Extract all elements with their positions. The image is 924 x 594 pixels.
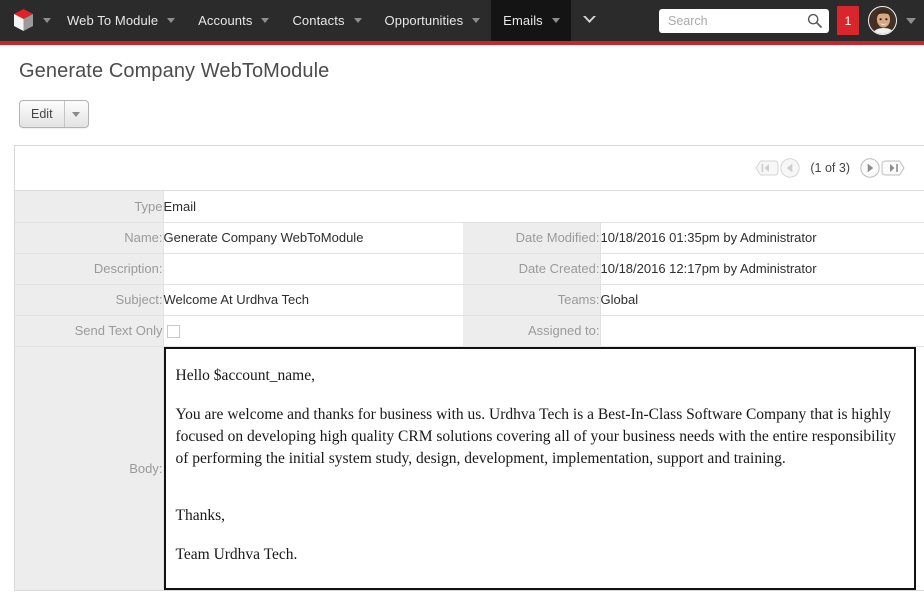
cube-logo-icon [13, 9, 34, 32]
field-value-description [163, 253, 463, 284]
field-value-send-text-only [163, 315, 463, 346]
field-value-subject: Welcome At Urdhva Tech [163, 284, 463, 315]
nav-tab-contacts[interactable]: Contacts [280, 0, 372, 41]
logo-button[interactable] [0, 0, 55, 41]
nav-tab-emails[interactable]: Emails [491, 0, 571, 41]
table-row-send-text-only: Send Text Only Assigned to: [15, 315, 924, 346]
page-first-icon[interactable] [753, 157, 779, 179]
nav-more-button[interactable] [571, 0, 609, 41]
caret-down-icon [72, 112, 80, 117]
nav-tab-accounts[interactable]: Accounts [186, 0, 280, 41]
user-avatar-image [869, 7, 897, 35]
nav-tab-label: Accounts [198, 13, 252, 28]
table-row-body: Body: Hello $account_name, You are welco… [15, 346, 924, 590]
nav-tab-web-to-module[interactable]: Web To Module [55, 0, 186, 41]
field-label-send-text-only: Send Text Only [15, 315, 163, 346]
page-prev-icon[interactable] [779, 157, 801, 179]
field-label-date-created: Date Created: [463, 253, 600, 284]
notification-badge[interactable]: 1 [837, 6, 859, 35]
table-row-description: Description: Date Created: 10/18/2016 12… [15, 253, 924, 284]
email-closing: Thanks, [176, 505, 900, 527]
table-row-subject: Subject: Welcome At Urdhva Tech Teams: G… [15, 284, 924, 315]
search-box[interactable] [659, 9, 829, 33]
nav-tab-label: Emails [503, 13, 543, 28]
email-spacer [176, 487, 900, 505]
email-body-content: Hello $account_name, You are welcome and… [164, 347, 916, 590]
field-value-teams: Global [600, 284, 924, 315]
page-title: Generate Company WebToModule [0, 41, 924, 83]
field-value-date-modified: 10/18/2016 01:35pm by Administrator [600, 222, 924, 253]
pagination-label: (1 of 3) [810, 161, 850, 175]
chevron-down-icon[interactable] [906, 18, 916, 24]
record-detail-panel: (1 of 3) Type Email Name: Generate Compa… [14, 145, 924, 591]
chevron-down-icon [583, 16, 596, 25]
search-input[interactable] [659, 9, 829, 33]
table-row-name: Name: Generate Company WebToModule Date … [15, 222, 924, 253]
field-value-body: Hello $account_name, You are welcome and… [163, 346, 924, 590]
field-label-teams: Teams: [463, 284, 600, 315]
field-label-assigned-to: Assigned to: [463, 315, 600, 346]
edit-button-group[interactable]: Edit [19, 100, 89, 128]
send-text-only-checkbox[interactable] [167, 325, 180, 338]
nav-tab-label: Opportunities [385, 13, 464, 28]
user-menu[interactable] [868, 6, 924, 35]
field-label-date-modified: Date Modified: [463, 222, 600, 253]
chevron-down-icon[interactable] [354, 18, 362, 23]
nav-tab-label: Contacts [292, 13, 344, 28]
field-label-type: Type [15, 191, 163, 222]
email-signature: Team Urdhva Tech. [176, 544, 900, 566]
page-last-icon[interactable] [881, 157, 907, 179]
logo-chevron-down-icon [43, 18, 51, 23]
field-label-body: Body: [15, 346, 163, 590]
field-value-type: Email [163, 191, 924, 222]
field-label-name: Name: [15, 222, 163, 253]
action-toolbar: Edit [0, 83, 924, 128]
field-label-description: Description: [15, 253, 163, 284]
email-greeting: Hello $account_name, [176, 365, 900, 387]
chevron-down-icon[interactable] [472, 18, 480, 23]
chevron-down-icon[interactable] [552, 18, 560, 23]
edit-button[interactable]: Edit [20, 101, 64, 127]
nav-tab-opportunities[interactable]: Opportunities [373, 0, 492, 41]
field-value-assigned-to [600, 315, 924, 346]
field-value-date-created: 10/18/2016 12:17pm by Administrator [600, 253, 924, 284]
edit-dropdown-button[interactable] [64, 101, 88, 127]
page-next-icon[interactable] [859, 157, 881, 179]
field-value-name: Generate Company WebToModule [163, 222, 463, 253]
table-row-type: Type Email [15, 191, 924, 222]
chevron-down-icon[interactable] [167, 18, 175, 23]
chevron-down-icon[interactable] [261, 18, 269, 23]
field-label-subject: Subject: [15, 284, 163, 315]
top-navigation-bar: Web To Module Accounts Contacts Opportun… [0, 0, 924, 41]
brand-accent-stripe [0, 41, 924, 45]
search-icon[interactable] [807, 13, 822, 28]
email-paragraph: You are welcome and thanks for business … [176, 404, 900, 470]
nav-tab-label: Web To Module [67, 13, 158, 28]
detail-fields-table: Type Email Name: Generate Company WebToM… [15, 191, 924, 590]
pagination-bar: (1 of 3) [15, 146, 924, 191]
avatar[interactable] [868, 6, 897, 35]
